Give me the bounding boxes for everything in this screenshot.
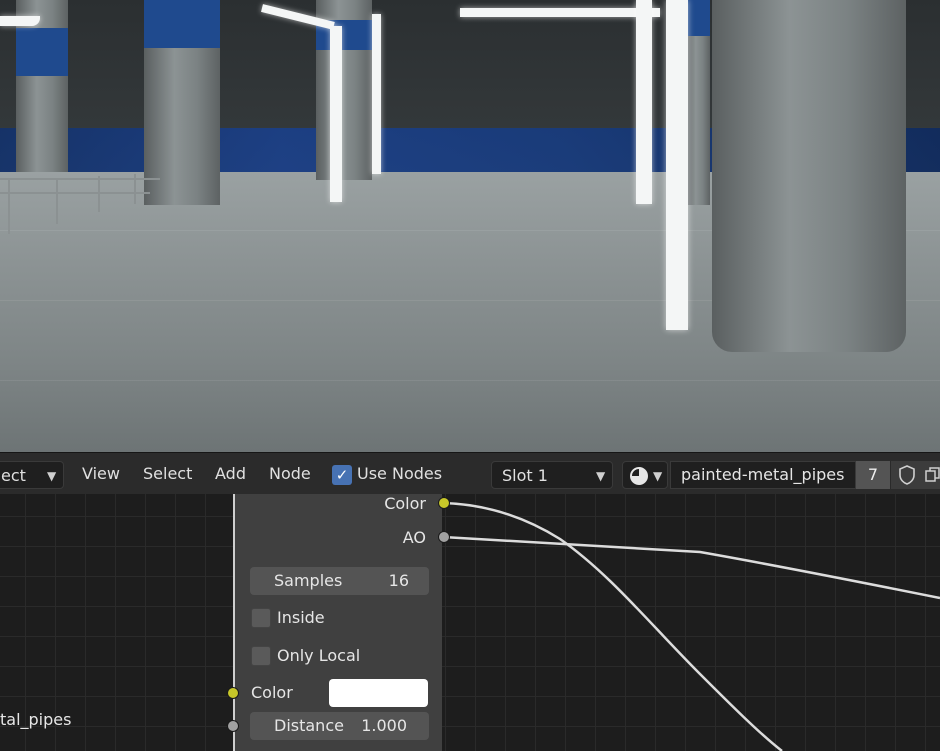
chevron-down-icon: ▼ — [653, 469, 663, 483]
new-material-button[interactable] — [922, 461, 940, 489]
color-swatch[interactable] — [329, 679, 428, 707]
output-ao-socket[interactable] — [438, 531, 450, 543]
material-browse-dropdown[interactable]: ▼ — [622, 461, 668, 489]
pipe — [666, 0, 688, 330]
node-editor-canvas[interactable]: Color AO Samples 16 Inside Only Local Co… — [0, 494, 940, 751]
floor-line — [0, 380, 940, 381]
partial-node-label: tal_pipes — [0, 710, 72, 729]
large-pillar — [712, 0, 906, 352]
fake-user-button[interactable] — [890, 461, 922, 489]
color-input-label: Color — [251, 683, 293, 702]
pillar — [144, 0, 220, 205]
node-links — [442, 501, 940, 751]
menu-view[interactable]: View — [82, 453, 120, 495]
duplicate-icon — [925, 467, 940, 482]
ambient-occlusion-node[interactable]: Color AO Samples 16 Inside Only Local Co… — [233, 494, 450, 751]
slot-dropdown[interactable]: Slot 1 ▼ — [491, 461, 613, 489]
pipe — [330, 26, 342, 202]
material-user-count[interactable]: 7 — [856, 461, 890, 489]
use-nodes-label[interactable]: Use Nodes — [357, 453, 442, 495]
distance-label: Distance — [274, 716, 344, 735]
inside-checkbox[interactable] — [251, 608, 271, 628]
chevron-down-icon: ▼ — [596, 469, 606, 483]
samples-field[interactable]: Samples 16 — [250, 567, 429, 595]
menu-node[interactable]: Node — [269, 453, 311, 495]
editor-type-label: ect — [1, 466, 26, 485]
editor-type-dropdown[interactable]: ect ▼ — [0, 461, 64, 489]
only-local-label: Only Local — [277, 646, 361, 665]
ao-link — [442, 535, 940, 600]
chevron-down-icon: ▼ — [47, 469, 57, 483]
output-color-socket[interactable] — [438, 497, 450, 509]
samples-value: 16 — [388, 571, 409, 590]
pipe — [460, 8, 660, 17]
node-editor-header: ect ▼ View Select Add Node ✓ Use Nodes S… — [0, 452, 940, 495]
pipe — [0, 16, 40, 26]
menu-select[interactable]: Select — [143, 453, 192, 495]
railing-post — [56, 178, 58, 224]
distance-value: 1.000 — [361, 716, 407, 735]
3d-viewport[interactable] — [0, 0, 940, 452]
samples-label: Samples — [274, 571, 343, 590]
material-sphere-icon — [630, 467, 648, 485]
pipe — [372, 14, 381, 174]
railing — [0, 178, 160, 180]
distance-field[interactable]: Distance 1.000 — [250, 712, 429, 740]
menu-add[interactable]: Add — [215, 453, 246, 495]
railing-post — [98, 176, 100, 212]
shield-icon — [899, 465, 915, 485]
only-local-checkbox[interactable] — [251, 646, 271, 666]
input-color-socket[interactable] — [227, 687, 239, 699]
inside-label: Inside — [277, 608, 325, 627]
checkmark-icon: ✓ — [335, 466, 349, 484]
input-distance-socket[interactable] — [227, 720, 239, 732]
railing-post — [134, 174, 136, 204]
output-ao-label: AO — [402, 528, 426, 547]
pipe — [636, 0, 652, 204]
material-name-field[interactable]: painted-metal_pipes — [670, 461, 856, 489]
output-color-label: Color — [384, 494, 426, 513]
pillar — [686, 0, 710, 205]
slot-label: Slot 1 — [502, 466, 548, 485]
railing — [0, 192, 150, 194]
use-nodes-checkbox[interactable]: ✓ — [332, 465, 352, 485]
railing-post — [8, 178, 10, 234]
